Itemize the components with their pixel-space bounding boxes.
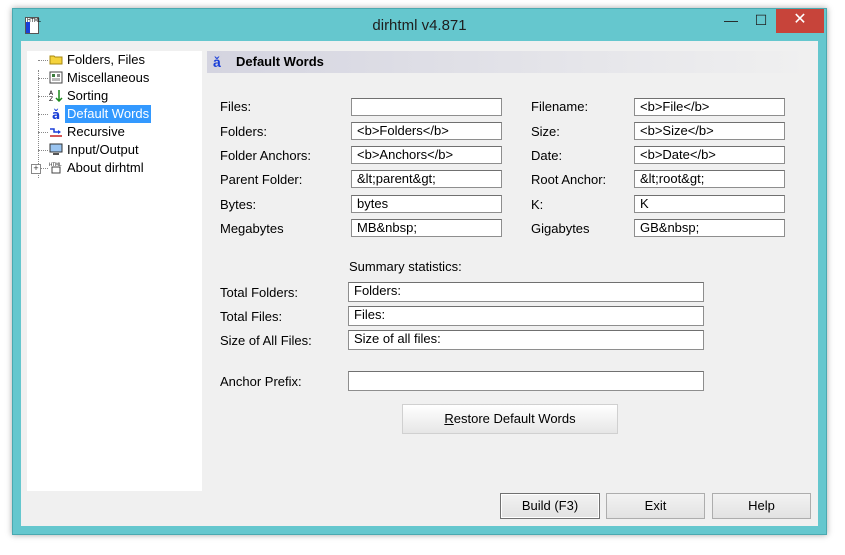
total-files-input[interactable]: Files:: [348, 306, 704, 326]
words-icon: ǎ: [213, 54, 221, 70]
panel-title: Default Words: [236, 54, 324, 69]
size-input[interactable]: <b>Size</b>: [634, 122, 785, 140]
megabytes-input[interactable]: MB&nbsp;: [351, 219, 502, 237]
folder-anchors-label: Folder Anchors:: [220, 148, 312, 163]
html-icon: HTML: [49, 162, 62, 174]
files-input[interactable]: [351, 98, 502, 116]
tree-item-label: Default Words: [63, 104, 153, 124]
settings-tree[interactable]: Folders, Files Miscellaneous A Z Sorting…: [27, 51, 202, 491]
restore-label: estore Default Words: [453, 411, 576, 426]
dialog-client-area: Folders, Files Miscellaneous A Z Sorting…: [21, 41, 818, 526]
build-button[interactable]: Build (F3): [500, 493, 600, 519]
megabytes-label: Megabytes: [220, 221, 284, 236]
size-all-files-input[interactable]: Size of all files:: [348, 330, 704, 350]
total-folders-label: Total Folders:: [220, 285, 299, 300]
root-anchor-input[interactable]: &lt;root&gt;: [634, 170, 785, 188]
folder-icon: [49, 55, 63, 65]
restore-accel-letter: R: [444, 411, 454, 426]
anchor-prefix-input[interactable]: [348, 371, 704, 391]
exit-button[interactable]: Exit: [606, 493, 705, 519]
recursive-icon: [50, 128, 62, 137]
filename-label: Filename:: [531, 99, 589, 114]
maximize-button[interactable]: ☐: [747, 9, 775, 33]
monitor-icon: [49, 143, 63, 155]
minimize-button[interactable]: —: [717, 9, 745, 33]
bytes-input[interactable]: bytes: [351, 195, 502, 213]
anchor-prefix-label: Anchor Prefix:: [220, 374, 302, 389]
bytes-label: Bytes:: [220, 197, 257, 212]
tree-item-label: About dirhtml: [67, 160, 144, 175]
svg-text:Z: Z: [49, 96, 53, 102]
restore-default-words-button[interactable]: Restore Default Words: [402, 404, 618, 434]
root-anchor-label: Root Anchor:: [531, 172, 607, 187]
help-button[interactable]: Help: [712, 493, 811, 519]
tree-item-label: Miscellaneous: [67, 70, 150, 85]
svg-text:ǎ: ǎ: [52, 108, 60, 120]
date-input[interactable]: <b>Date</b>: [634, 146, 785, 164]
gigabytes-label: Gigabytes: [531, 221, 590, 236]
close-button[interactable]: ✕: [776, 9, 824, 33]
folders-input[interactable]: <b>Folders</b>: [351, 122, 502, 140]
parent-folder-label: Parent Folder:: [220, 172, 303, 187]
summary-heading: Summary statistics:: [349, 259, 462, 274]
words-icon: ǎ: [52, 108, 60, 120]
expand-icon[interactable]: +: [31, 164, 41, 174]
gigabytes-input[interactable]: GB&nbsp;: [634, 219, 785, 237]
files-label: Files:: [220, 99, 252, 114]
k-label: K:: [531, 197, 544, 212]
title-bar[interactable]: HTML dirhtml v4.871 — ☐ ✕: [13, 9, 826, 41]
tree-item-label: Input/Output: [67, 142, 139, 157]
tree-connector: [38, 70, 39, 178]
filename-input[interactable]: <b>File</b>: [634, 98, 785, 116]
total-files-label: Total Files:: [220, 309, 283, 324]
folders-label: Folders:: [220, 124, 267, 139]
tree-item-label: Recursive: [67, 124, 125, 139]
total-folders-input[interactable]: Folders:: [348, 282, 704, 302]
date-label: Date:: [531, 148, 563, 163]
parent-folder-input[interactable]: &lt;parent&gt;: [351, 170, 502, 188]
tree-item-label: Sorting: [67, 88, 109, 103]
panel-header: ǎ Default Words: [207, 51, 811, 73]
sort-icon: A Z: [49, 90, 63, 102]
size-label: Size:: [531, 124, 560, 139]
folder-anchors-input[interactable]: <b>Anchors</b>: [351, 146, 502, 164]
k-input[interactable]: K: [634, 195, 785, 213]
size-all-files-label: Size of All Files:: [220, 333, 312, 348]
window-title: dirhtml v4.871: [372, 17, 467, 34]
tree-item-label: Folders, Files: [67, 52, 146, 67]
app-window: HTML dirhtml v4.871 — ☐ ✕ Folders, Files: [12, 8, 827, 535]
misc-icon: [49, 71, 63, 84]
